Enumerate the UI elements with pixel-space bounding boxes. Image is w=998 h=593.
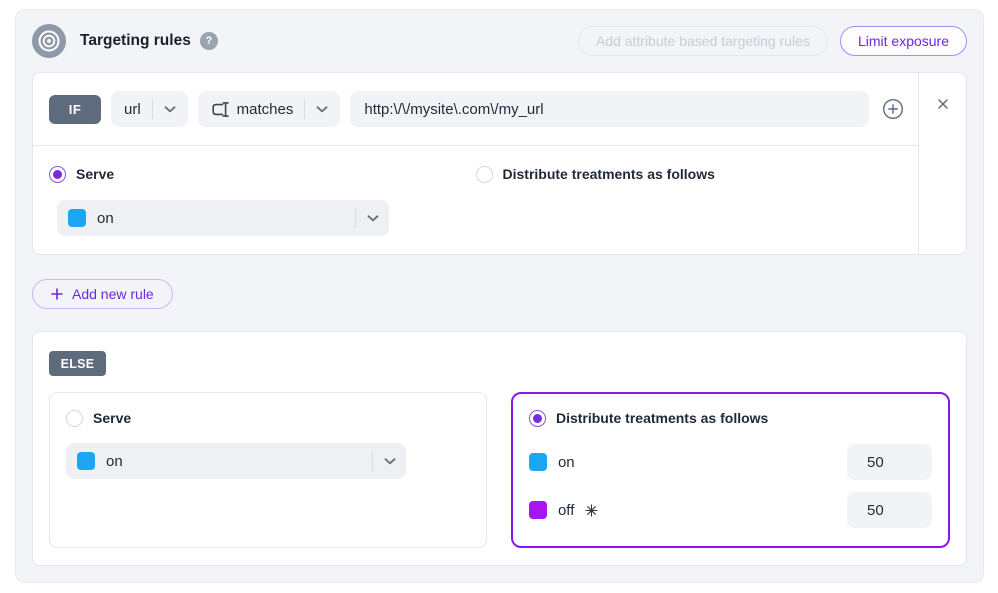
treatment-swatch — [529, 501, 547, 519]
else-treatment-select[interactable]: on — [66, 443, 406, 479]
else-distribute-radio[interactable] — [529, 410, 546, 427]
close-icon — [937, 98, 949, 110]
else-distribute-option[interactable]: Distribute treatments as follows — [529, 409, 932, 427]
add-new-rule-button[interactable]: Add new rule — [32, 279, 173, 309]
serve-option[interactable]: Serve — [49, 165, 476, 183]
plus-circle-icon — [882, 98, 904, 120]
treatment-percent-input[interactable] — [847, 444, 932, 480]
treatment-swatch — [77, 452, 95, 470]
treatment-row-off: off — [529, 492, 932, 528]
limit-exposure-button[interactable]: Limit exposure — [840, 26, 967, 56]
dropdown-divider — [304, 99, 305, 119]
else-distribute-label: Distribute treatments as follows — [556, 410, 768, 426]
dropdown-divider — [372, 451, 373, 471]
else-serve-box: Serve on — [49, 392, 487, 548]
if-rule-card: IF url matches — [32, 72, 967, 255]
dropdown-divider — [355, 208, 356, 228]
default-treatment-asterisk-icon — [585, 504, 598, 517]
dropdown-divider — [152, 99, 153, 119]
serve-option-group: Serve on — [49, 165, 476, 236]
add-new-rule-label: Add new rule — [72, 286, 154, 302]
delete-rule-button[interactable] — [933, 94, 953, 114]
treatment-name: on — [558, 454, 575, 471]
if-treatment-value: on — [97, 210, 114, 227]
else-rule-card: ELSE Serve on — [32, 331, 967, 566]
treatment-name: off — [558, 502, 574, 519]
distribute-option-group: Distribute treatments as follows — [476, 165, 903, 236]
panel-header: Targeting rules ? Add attribute based ta… — [32, 24, 967, 58]
treatment-percent-input[interactable] — [847, 492, 932, 528]
chevron-down-icon — [384, 458, 396, 465]
distribute-option[interactable]: Distribute treatments as follows — [476, 165, 903, 183]
match-value-input[interactable] — [350, 91, 869, 127]
else-serve-label: Serve — [93, 410, 131, 426]
matcher-select-value: matches — [237, 101, 294, 118]
plus-icon — [51, 288, 63, 300]
treatment-row-on: on — [529, 444, 932, 480]
else-serve-option[interactable]: Serve — [66, 409, 470, 427]
chevron-down-icon — [316, 106, 328, 113]
if-rule-main: IF url matches — [33, 73, 918, 254]
attribute-select[interactable]: url — [111, 91, 188, 127]
target-icon — [32, 24, 66, 58]
else-distribute-box: Distribute treatments as follows on off — [511, 392, 950, 548]
serve-label: Serve — [76, 166, 114, 182]
chevron-down-icon — [367, 215, 379, 222]
else-serve-radio[interactable] — [66, 410, 83, 427]
page-title: Targeting rules — [80, 32, 191, 50]
treatment-swatch — [68, 209, 86, 227]
else-treatment-value: on — [106, 453, 123, 470]
if-rule-side-rail — [918, 73, 966, 254]
targeting-rules-panel: Targeting rules ? Add attribute based ta… — [15, 9, 984, 583]
distribute-radio[interactable] — [476, 166, 493, 183]
condition-row: IF url matches — [33, 73, 918, 146]
if-treatment-select[interactable]: on — [57, 200, 389, 236]
if-badge: IF — [49, 95, 101, 124]
treatment-swatch — [529, 453, 547, 471]
chevron-down-icon — [164, 106, 176, 113]
add-attribute-rules-button[interactable]: Add attribute based targeting rules — [578, 26, 828, 56]
else-badge: ELSE — [49, 351, 106, 376]
string-matcher-icon — [211, 102, 230, 117]
if-serve-section: Serve on Distribute t — [33, 146, 918, 254]
else-options-row: Serve on Distribute treatments as follow… — [49, 392, 950, 548]
serve-radio[interactable] — [49, 166, 66, 183]
attribute-select-value: url — [124, 101, 141, 118]
distribute-label: Distribute treatments as follows — [503, 166, 715, 182]
matcher-select[interactable]: matches — [198, 91, 341, 127]
help-icon[interactable]: ? — [200, 32, 218, 50]
add-condition-button[interactable] — [882, 98, 904, 120]
